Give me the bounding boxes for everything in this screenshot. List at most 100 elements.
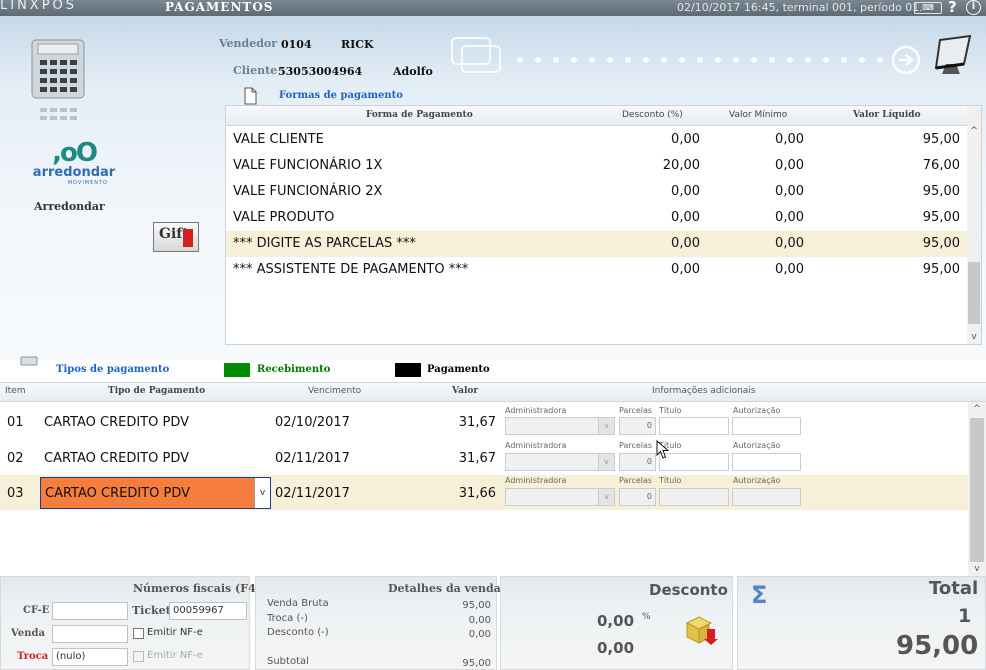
col-tipo-pagamento[interactable]: Tipo de Pagamento [108,386,205,396]
forma-row[interactable]: VALE FUNCIONÁRIO 2X 0,00 0,00 95,00 [226,179,967,205]
desconto-detail-value: 0,00 [468,629,491,640]
scroll-up-icon[interactable]: ^ [967,124,981,138]
col-vencimento[interactable]: Vencimento [308,386,361,396]
desconto-box-icon[interactable] [683,613,719,645]
emitir-nfe-troca-checkbox[interactable] [133,651,144,662]
parcelas-input[interactable]: 0 [619,453,656,471]
scroll-thumb[interactable] [968,262,980,324]
tipo-valor[interactable]: 31,66 [420,486,496,501]
pos-terminal-icon [934,34,972,74]
calculator-icon[interactable] [30,38,86,100]
scroll-down-icon[interactable]: v [968,562,986,576]
forma-liquido: 95,00 [922,236,960,251]
chevron-down-icon[interactable]: v [254,478,270,508]
autorizacao-input[interactable] [732,453,801,471]
tipo-row[interactable]: 01 CARTAO CREDITO PDV 02/10/2017 31,67 A… [0,404,968,439]
vendedor-code: 0104 [281,38,312,51]
col-valor[interactable]: Valor [452,386,478,396]
autorizacao-input[interactable] [732,488,801,506]
gift-card-button[interactable]: Gift [153,222,199,252]
help-icon[interactable]: ? [948,0,957,16]
scroll-thumb[interactable] [970,418,984,562]
autorizacao-input[interactable] [732,417,801,435]
parcelas-label: Parcelas [619,406,653,415]
tipos-table-body: 01 CARTAO CREDITO PDV 02/10/2017 31,67 A… [0,402,986,576]
forma-name: *** DIGITE AS PARCELAS *** [233,236,416,251]
desconto-value[interactable]: 0,00 [597,639,634,657]
app-logo: LINXPOS [0,0,78,13]
subtotal-label: Subtotal [267,656,309,667]
forma-row[interactable]: VALE CLIENTE 0,00 0,00 95,00 [226,127,967,153]
forma-liquido: 95,00 [922,132,960,147]
col-item[interactable]: Item [5,386,26,396]
col-valor-minimo[interactable]: Valor Mínimo [729,110,787,120]
titulo-input[interactable] [659,417,729,435]
col-informacoes-adicionais: Informações adicionais [652,386,756,396]
arredondar-logo-text: arredondar [32,165,116,180]
troca-label: Troca [17,651,49,662]
info-icon[interactable]: i [966,0,981,15]
autorizacao-label: Autorização [733,476,781,485]
forma-row-selected[interactable]: *** DIGITE AS PARCELAS *** 0,00 0,00 95,… [226,231,967,257]
parcelas-input[interactable]: 0 [619,488,656,506]
cliente-code: 53053004964 [278,65,363,78]
tipos-scrollbar[interactable]: ^ v [968,402,986,576]
desconto-percent[interactable]: 0,00 [597,612,634,630]
chevron-down-icon[interactable]: v [598,489,614,505]
vendedor-name: RICK [341,38,374,51]
scroll-down-icon[interactable]: v [967,330,981,344]
tab-formas-de-pagamento[interactable]: Formas de pagamento [279,90,403,101]
forma-name: VALE FUNCIONÁRIO 1X [233,158,383,173]
arredondar-label[interactable]: Arredondar [34,200,105,213]
col-desconto[interactable]: Desconto (%) [622,110,683,120]
tipo-name[interactable]: CARTAO CREDITO PDV [44,451,189,466]
venda-input[interactable] [52,625,128,643]
emitir-nfe-checkbox[interactable] [133,628,144,639]
scroll-up-icon[interactable]: ^ [968,402,986,416]
forma-row[interactable]: VALE FUNCIONÁRIO 1X 20,00 0,00 76,00 [226,153,967,179]
forma-desconto: 20,00 [662,158,700,173]
tipo-name[interactable]: CARTAO CREDITO PDV [44,415,189,430]
administradora-select[interactable]: v [505,453,615,471]
tipo-vencimento[interactable]: 02/11/2017 [275,451,350,466]
cfe-input[interactable] [52,602,128,620]
numeros-fiscais-title[interactable]: Números fiscais (F4) [133,582,261,595]
ticket-input[interactable]: 00059967 [169,602,247,620]
administradora-select[interactable]: v [505,417,615,435]
numeros-fiscais-box: Números fiscais (F4) CF-E Ticket 0005996… [0,576,261,670]
forma-row[interactable]: VALE PRODUTO 0,00 0,00 95,00 [226,205,967,231]
autorizacao-label: Autorização [733,441,781,450]
tipo-row[interactable]: 02 CARTAO CREDITO PDV 02/11/2017 31,67 A… [0,440,968,475]
col-valor-liquido[interactable]: Valor Líquido [853,110,921,120]
troca-input[interactable]: (nulo) [52,648,128,666]
tab-tipos-de-pagamento[interactable]: Tipos de pagamento [56,364,169,375]
arredondar-logo[interactable]: ,oO arredondar MOVIMENTO [24,140,124,186]
chevron-down-icon[interactable]: v [598,418,614,434]
decorative-dots [451,37,921,75]
administradora-select[interactable]: v [505,488,615,506]
tipo-pagamento-select[interactable]: CARTAO CREDITO PDV v [40,477,271,509]
emitir-nfe-label[interactable]: Emitir NF-e [147,627,203,638]
sigma-icon: Σ [751,581,768,609]
keyboard-icon[interactable]: ⌨ [914,2,942,14]
total-items: 1 [958,605,972,627]
session-status: 02/10/2017 16:45, terminal 001, período … [677,1,923,14]
tipo-valor[interactable]: 31,67 [420,451,496,466]
tipo-item: 01 [7,415,24,430]
tipo-valor[interactable]: 31,67 [420,415,496,430]
titulo-input[interactable] [659,488,729,506]
tipo-vencimento[interactable]: 02/10/2017 [275,415,350,430]
troca-detail-value: 0,00 [468,615,491,626]
forma-desconto: 0,00 [671,210,700,225]
formas-scrollbar[interactable]: ^ v [967,106,981,344]
detalhes-venda-title: Detalhes da venda [388,582,501,595]
forma-liquido: 95,00 [922,262,960,277]
col-forma-pagamento[interactable]: Forma de Pagamento [366,110,473,120]
troca-detail-label: Troca (-) [267,613,308,624]
forma-row[interactable]: *** ASSISTENTE DE PAGAMENTO *** 0,00 0,0… [226,257,967,283]
formas-pagamento-table: Forma de Pagamento Desconto (%) Valor Mí… [225,105,982,345]
tipo-vencimento[interactable]: 02/11/2017 [275,486,350,501]
chevron-down-icon[interactable]: v [598,454,614,470]
tipo-row-selected[interactable]: 03 CARTAO CREDITO PDV v 02/11/2017 31,66… [0,475,968,510]
parcelas-input[interactable]: 0 [619,417,656,435]
